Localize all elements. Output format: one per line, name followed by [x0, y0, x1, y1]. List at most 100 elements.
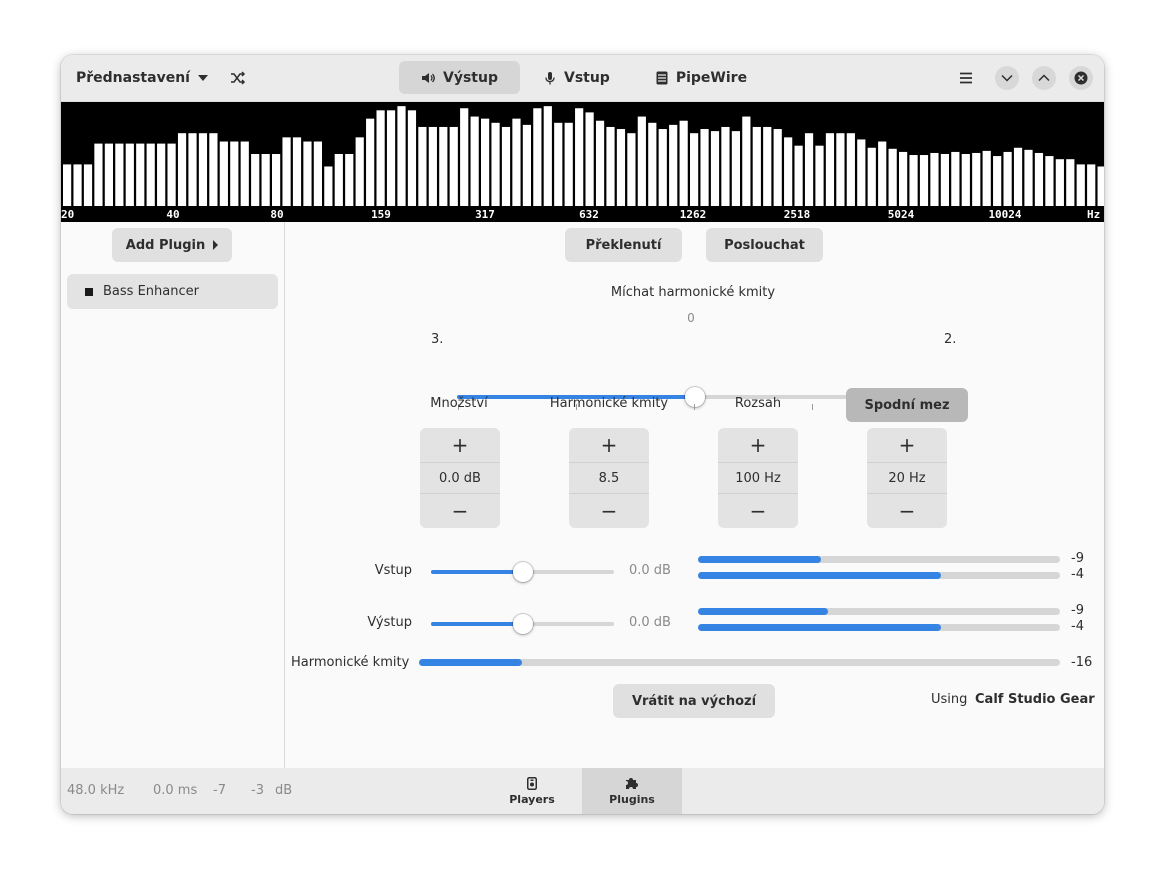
- shuffle-button[interactable]: [224, 64, 252, 92]
- scope-value[interactable]: 100 Hz: [718, 462, 798, 494]
- floor-decrease-button[interactable]: −: [867, 494, 947, 528]
- spectrum-bar: [669, 124, 678, 206]
- input-gain-label: Vstup: [374, 563, 412, 578]
- tab-pipewire[interactable]: PipeWire: [634, 61, 769, 94]
- spectrum-bar: [690, 133, 699, 206]
- spectrum-bar: [846, 133, 855, 206]
- spectrum-bar: [700, 129, 709, 206]
- harmonics-level-label: Harmonické kmity: [291, 655, 410, 670]
- tab-plugins[interactable]: Plugins: [582, 768, 682, 814]
- spectrum-frequency-label: 317: [475, 208, 495, 221]
- spectrum-bar: [428, 126, 437, 206]
- spectrum-frequency-label: 80: [270, 208, 283, 221]
- puzzle-icon: [626, 778, 638, 789]
- spectrum-bar: [63, 164, 72, 206]
- harmonics-level-bar: [419, 659, 1060, 666]
- input-gain-handle[interactable]: [512, 562, 533, 582]
- output-level-left-fill: [698, 608, 829, 615]
- spectrum-bar: [177, 133, 187, 206]
- spectrum-bar: [345, 154, 354, 206]
- spectrum-bar: [418, 126, 427, 206]
- latency: 0.0 ms: [153, 783, 198, 798]
- minimize-button[interactable]: [995, 66, 1019, 90]
- spectrum-bar: [397, 106, 406, 206]
- spectrum-bar: [1045, 156, 1054, 206]
- harmonics-value[interactable]: 8.5: [569, 462, 649, 494]
- spectrum-bar: [616, 129, 626, 206]
- spectrum-bar: [157, 143, 166, 206]
- spectrum-bar: [972, 152, 981, 206]
- spectrum-bar: [167, 143, 176, 206]
- spectrum-bar: [386, 110, 396, 206]
- output-level-left: [698, 608, 1060, 615]
- spectrum-bar: [449, 126, 458, 206]
- app-window: Přednastavení Výstup Vstup PipeWire 20 4…: [61, 55, 1104, 814]
- spectrum-bar: [585, 112, 594, 206]
- spectrum-bar: [940, 154, 949, 206]
- spectrum-frequency-label: 632: [579, 208, 599, 221]
- input-gain-value: 0.0 dB: [629, 563, 671, 578]
- spectrum-frequency-label: Hz: [1087, 208, 1100, 221]
- spectrum-bar: [752, 126, 761, 206]
- bypass-button[interactable]: Překlenutí: [565, 228, 682, 262]
- spectrum-bar: [198, 133, 208, 206]
- blend-slider-handle[interactable]: [685, 387, 705, 407]
- spectrum-bar: [94, 143, 103, 206]
- tab-players-label: Players: [509, 792, 555, 806]
- amount-increase-button[interactable]: +: [420, 428, 500, 462]
- close-button[interactable]: [1069, 66, 1093, 90]
- floor-increase-button[interactable]: +: [867, 428, 947, 462]
- spectrum-bar: [951, 151, 960, 206]
- spectrum-bar: [470, 116, 479, 206]
- spectrum-bar: [512, 118, 521, 206]
- spectrum-bar: [888, 148, 897, 206]
- spectrum-bar: [731, 131, 740, 206]
- harmonics-increase-button[interactable]: +: [569, 428, 649, 462]
- scope-decrease-button[interactable]: −: [718, 494, 798, 528]
- tab-plugins-label: Plugins: [609, 793, 655, 806]
- spectrum-bar: [481, 118, 490, 206]
- spectrum-bar: [710, 131, 720, 206]
- spectrum-frequency-label: 5024: [888, 208, 915, 221]
- sidebar-item-bass-enhancer[interactable]: Bass Enhancer: [67, 274, 278, 309]
- spectrum-bar: [1013, 147, 1023, 206]
- floor-toggle-button[interactable]: Spodní mez: [846, 388, 968, 422]
- spectrum-frequency-label: 40: [166, 208, 179, 221]
- output-gain-label: Výstup: [367, 615, 412, 630]
- spectrum-bar: [961, 154, 970, 206]
- scope-spinbutton: + 100 Hz −: [718, 428, 798, 528]
- add-plugin-label: Add Plugin: [125, 237, 206, 253]
- output-gain-value: 0.0 dB: [629, 615, 671, 630]
- spectrum-bar: [784, 137, 793, 206]
- tab-players[interactable]: Players: [482, 768, 582, 814]
- harmonics-decrease-button[interactable]: −: [569, 494, 649, 528]
- spectrum-bar: [366, 118, 375, 206]
- harmonics-level-fill: [419, 659, 522, 666]
- scope-increase-button[interactable]: +: [718, 428, 798, 462]
- spectrum-bar: [721, 126, 730, 206]
- spectrum-bar: [930, 152, 939, 206]
- maximize-button[interactable]: [1032, 66, 1056, 90]
- floor-value[interactable]: 20 Hz: [867, 462, 947, 494]
- tab-input[interactable]: Vstup: [522, 61, 632, 94]
- amount-decrease-button[interactable]: −: [420, 494, 500, 528]
- reset-button[interactable]: Vrátit na výchozí: [613, 684, 775, 718]
- input-level-left-fill: [698, 556, 822, 563]
- main-menu-button[interactable]: [952, 64, 980, 92]
- spectrum-bar: [982, 150, 991, 206]
- level-left: -7: [213, 783, 226, 798]
- tab-output[interactable]: Výstup: [399, 61, 520, 94]
- tab-pipewire-label: PipeWire: [675, 69, 748, 86]
- blend-tick: [694, 404, 695, 410]
- add-plugin-button[interactable]: Add Plugin: [112, 228, 232, 262]
- listen-button[interactable]: Poslouchat: [706, 228, 823, 262]
- spectrum-bar: [522, 124, 531, 206]
- presets-menu-button[interactable]: Přednastavení: [69, 62, 215, 94]
- chevron-right-icon: [213, 240, 219, 250]
- input-gain-fill: [431, 570, 523, 574]
- blend-value: 0: [687, 311, 695, 325]
- spectrum-bar: [595, 120, 605, 206]
- output-gain-handle[interactable]: [512, 614, 533, 634]
- amount-value[interactable]: 0.0 dB: [420, 462, 500, 494]
- scope-label: Rozsah: [734, 396, 782, 411]
